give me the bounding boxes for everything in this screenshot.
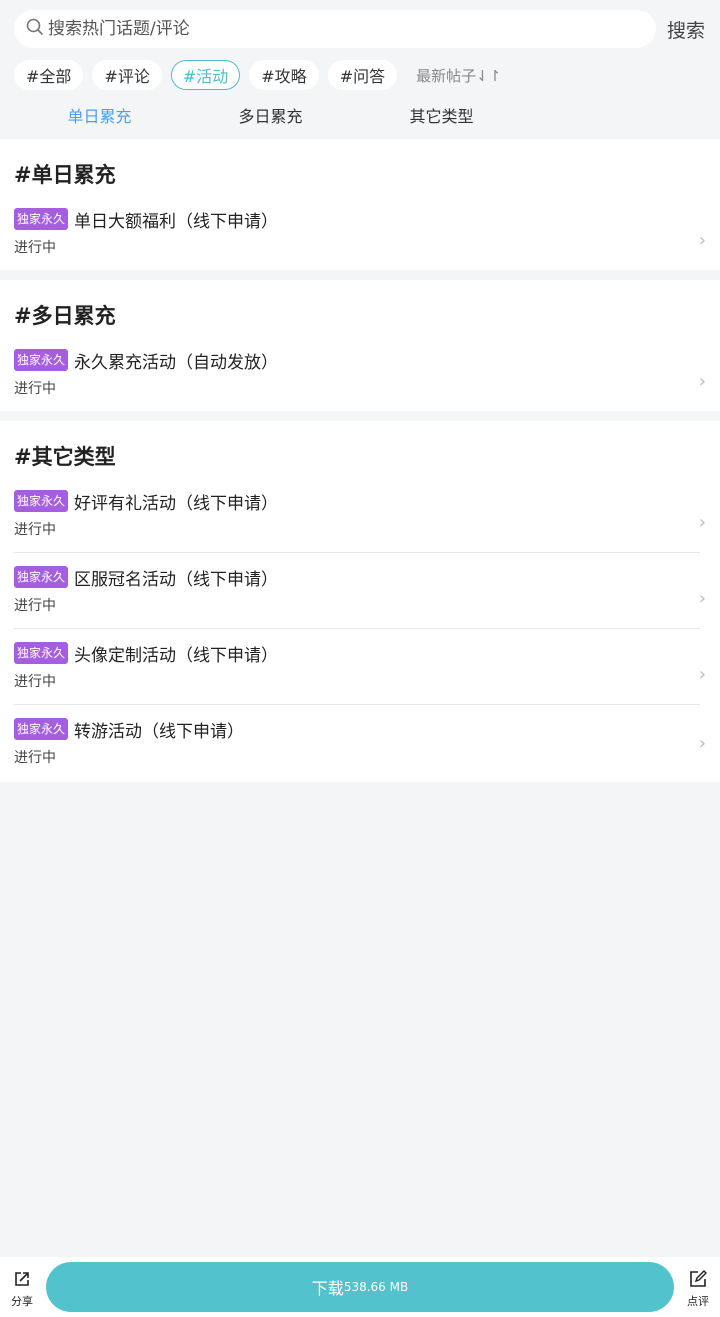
tab-multi-day[interactable]: 多日累充 [185, 103, 356, 127]
item-status: 进行中 [14, 381, 56, 397]
download-label: 下载 [311, 1279, 344, 1298]
tab-other[interactable]: 其它类型 [356, 103, 527, 127]
exclusive-badge: 独家永久 [14, 642, 69, 664]
list-item[interactable]: 独家永久 单日大额福利（线下申请） 进行中 › [14, 206, 706, 270]
section-title: #其它类型 [14, 444, 116, 469]
item-status: 进行中 [14, 674, 56, 690]
chevron-right-icon: › [698, 230, 706, 251]
item-title: 单日大额福利（线下申请） [74, 211, 279, 232]
chevron-right-icon: › [698, 664, 706, 685]
list-item[interactable]: 独家永久 好评有礼活动（线下申请） 进行中 › [14, 488, 706, 553]
category-tabs: 单日累充 多日累充 其它类型 [14, 91, 706, 139]
item-status: 进行中 [14, 240, 56, 256]
exclusive-badge: 独家永久 [14, 490, 69, 512]
exclusive-badge: 独家永久 [14, 208, 69, 230]
item-title: 好评有礼活动（线下申请） [74, 493, 279, 514]
section-multi-day: #多日累充 独家永久 永久累充活动（自动发放） 进行中 › [0, 280, 720, 411]
chevron-right-icon: › [698, 588, 706, 609]
tag-guide[interactable]: #攻略 [249, 60, 319, 90]
search-row: 搜索 [14, 10, 706, 48]
item-title: 永久累充活动（自动发放） [74, 352, 279, 373]
top-area: 搜索 #全部 #评论 #活动 #攻略 #问答 最新帖子⇃↾ 单日累充 多日累充 … [0, 0, 720, 139]
section-title: #单日累充 [14, 162, 116, 187]
search-input[interactable] [48, 19, 656, 39]
list-item[interactable]: 独家永久 永久累充活动（自动发放） 进行中 › [14, 347, 706, 411]
share-button[interactable]: 分享 [0, 1265, 44, 1309]
tag-qa[interactable]: #问答 [327, 60, 398, 90]
tab-single-day[interactable]: 单日累充 [14, 103, 185, 127]
exclusive-badge: 独家永久 [14, 718, 69, 740]
list-item[interactable]: 独家永久 区服冠名活动（线下申请） 进行中 › [14, 553, 706, 629]
section-title: #多日累充 [14, 303, 116, 328]
list-item[interactable]: 独家永久 头像定制活动（线下申请） 进行中 › [14, 629, 706, 705]
item-status: 进行中 [14, 522, 56, 538]
chevron-right-icon: › [698, 512, 706, 533]
bottom-bar: 分享 下载 538.66 MB 点评 [0, 1257, 720, 1317]
edit-icon [688, 1269, 708, 1293]
item-status: 进行中 [14, 598, 56, 614]
item-title: 头像定制活动（线下申请） [74, 645, 279, 666]
share-icon [12, 1269, 32, 1293]
section-single-day: #单日累充 独家永久 单日大额福利（线下申请） 进行中 › [0, 139, 720, 270]
share-label: 分享 [11, 1295, 33, 1308]
sort-toggle[interactable]: 最新帖子⇃↾ [416, 65, 501, 86]
review-button[interactable]: 点评 [676, 1265, 720, 1309]
section-other: #其它类型 独家永久 好评有礼活动（线下申请） 进行中 › 独家永久 区服冠名活… [0, 421, 720, 782]
search-icon [26, 18, 44, 40]
tag-activity[interactable]: #活动 [170, 60, 241, 90]
search-button[interactable]: 搜索 [666, 16, 706, 43]
list-item[interactable]: 独家永久 转游活动（线下申请） 进行中 › [14, 705, 706, 782]
item-status: 进行中 [14, 750, 56, 766]
search-box[interactable] [14, 10, 656, 48]
chevron-right-icon: › [698, 371, 706, 392]
item-title: 转游活动（线下申请） [74, 721, 245, 742]
review-label: 点评 [687, 1295, 709, 1308]
tag-all[interactable]: #全部 [14, 60, 84, 90]
download-button[interactable]: 下载 538.66 MB [46, 1262, 674, 1312]
chevron-right-icon: › [698, 733, 706, 754]
exclusive-badge: 独家永久 [14, 349, 69, 371]
item-title: 区服冠名活动（线下申请） [74, 569, 279, 590]
download-size: 538.66 MB [343, 1280, 409, 1294]
tag-comment[interactable]: #评论 [92, 60, 162, 90]
tag-bar: #全部 #评论 #活动 #攻略 #问答 最新帖子⇃↾ [14, 59, 706, 91]
exclusive-badge: 独家永久 [14, 566, 69, 588]
